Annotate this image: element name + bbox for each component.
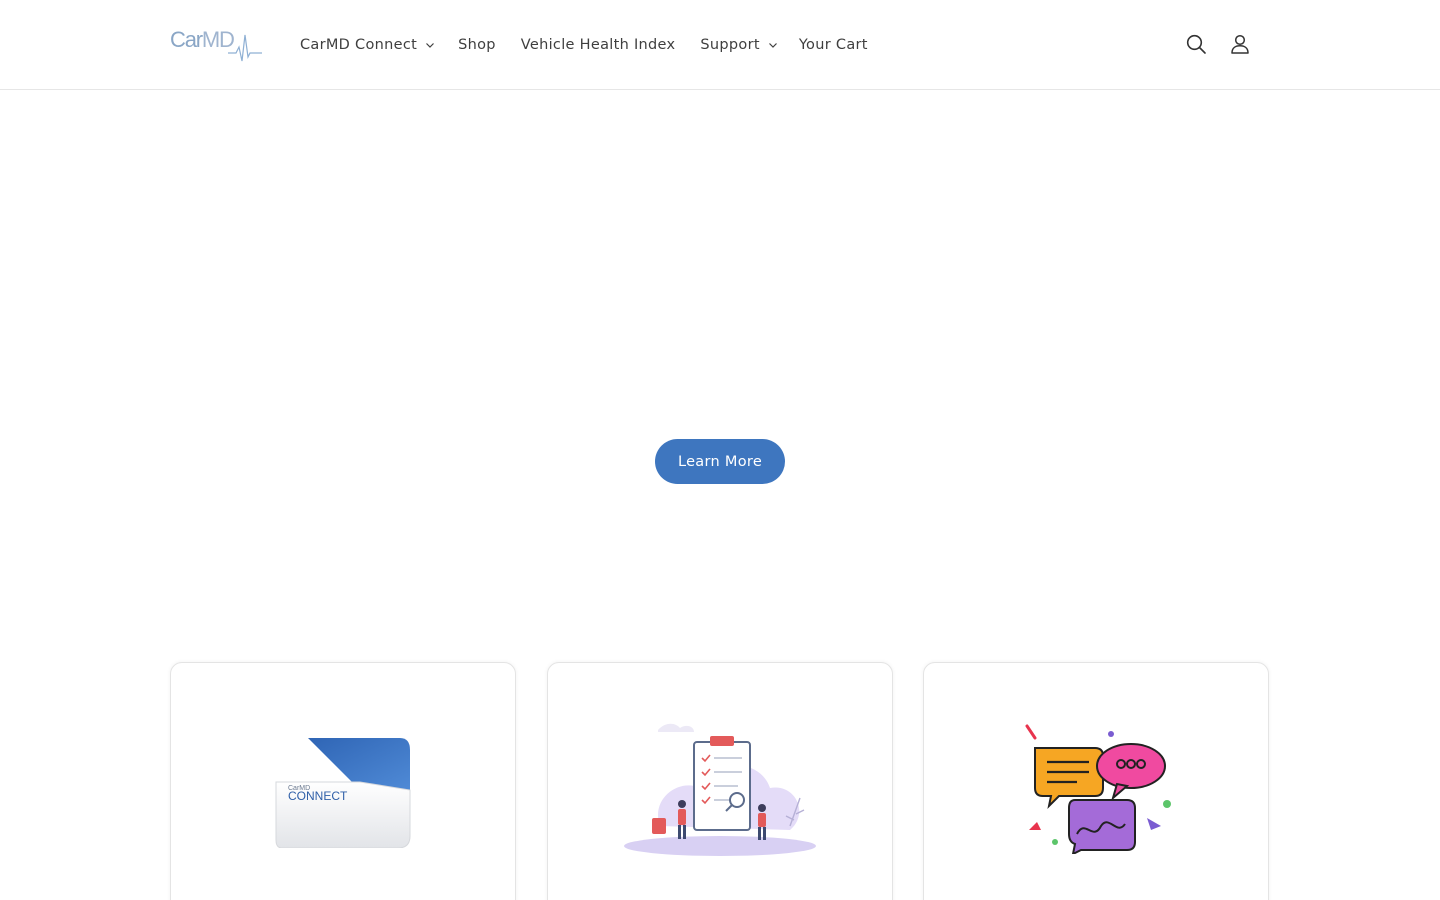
chevron-down-icon [768, 43, 777, 48]
logo-wordmark: CarMD [170, 27, 235, 53]
nav-item-label: Support [700, 37, 760, 53]
nav-item-your-cart[interactable]: Your Cart [799, 37, 868, 53]
chat-bubbles-illustration-image [1025, 724, 1171, 854]
carmd-connect-device-image: CarMD CONNECT [275, 738, 411, 848]
logo-md-text: MD [201, 27, 235, 52]
learn-more-button[interactable]: Learn More [655, 439, 785, 484]
device-label-text: CONNECT [288, 789, 348, 803]
account-button[interactable] [1228, 32, 1252, 56]
logo-car-text: Car [170, 27, 203, 52]
account-icon [1231, 34, 1249, 54]
nav-item-label: Your Cart [798, 37, 868, 53]
nav-item-support[interactable]: Support [700, 37, 777, 53]
product-card-vehicle-health[interactable] [547, 662, 893, 900]
nav-item-carmd-connect[interactable]: CarMD Connect [300, 37, 435, 53]
product-card-support[interactable] [923, 662, 1269, 900]
carmd-logo[interactable]: CarMD [170, 27, 262, 65]
chevron-down-icon [426, 43, 435, 48]
site-header: CarMD CarMD Connect Shop Vehicle Health … [0, 0, 1440, 90]
search-icon [1186, 34, 1206, 54]
nav-item-shop[interactable]: Shop [458, 37, 496, 53]
main-nav: CarMD Connect Shop Vehicle Health Index … [300, 0, 868, 90]
nav-item-label: Vehicle Health Index [520, 37, 676, 53]
search-button[interactable] [1184, 32, 1208, 56]
nav-item-label: CarMD Connect [300, 37, 418, 53]
nav-item-label: Shop [458, 37, 496, 53]
nav-item-vehicle-health-index[interactable]: Vehicle Health Index [521, 37, 676, 53]
checklist-illustration-image [624, 723, 816, 856]
product-card-connect[interactable]: CarMD CONNECT [170, 662, 516, 900]
